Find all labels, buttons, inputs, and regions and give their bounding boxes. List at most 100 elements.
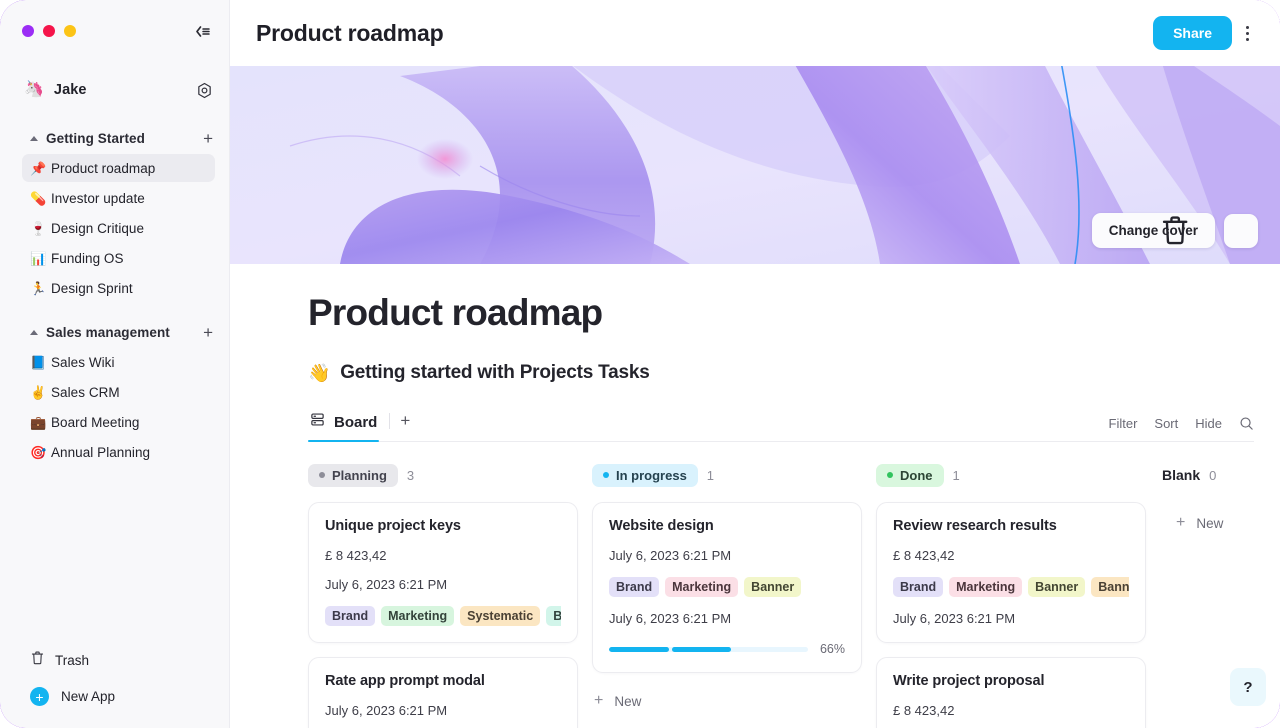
- sidebar-item-sales-crm[interactable]: ✌️ Sales CRM: [22, 378, 215, 406]
- window-dot-yellow[interactable]: [64, 25, 76, 37]
- tag[interactable]: Marketing: [665, 577, 739, 597]
- sidebar-item-design-critique[interactable]: 🍷 Design Critique: [22, 214, 215, 242]
- cover-image: Change cover: [230, 66, 1280, 264]
- status-badge[interactable]: Planning: [308, 463, 398, 487]
- new-app-label: New App: [61, 689, 116, 704]
- search-icon[interactable]: [1239, 416, 1254, 431]
- tab-board[interactable]: Board: [308, 412, 389, 442]
- task-card[interactable]: Write project proposal £ 8 423,42 Brand: [876, 657, 1146, 728]
- tag[interactable]: Big: [546, 606, 561, 626]
- delete-cover-button[interactable]: [1162, 213, 1258, 248]
- greeting-text: Getting started with Projects Tasks: [340, 362, 650, 383]
- sidebar-item-product-roadmap[interactable]: 📌 Product roadmap: [22, 154, 215, 182]
- caret-up-icon[interactable]: [30, 135, 38, 141]
- column-count: 1: [952, 467, 960, 483]
- window-dot-purple[interactable]: [22, 25, 34, 37]
- sidebar-item-label: Board Meeting: [51, 414, 140, 430]
- status-dot-icon: [887, 472, 893, 478]
- add-card-button[interactable]: + New: [592, 688, 862, 714]
- task-card[interactable]: Review research results £ 8 423,42 Brand…: [876, 502, 1146, 643]
- card-title: Rate app prompt modal: [325, 673, 485, 689]
- card-title: Review research results: [893, 518, 1057, 534]
- caret-up-icon[interactable]: [30, 329, 38, 335]
- filter-button[interactable]: Filter: [1109, 416, 1138, 431]
- card-date: July 6, 2023 6:21 PM: [609, 548, 732, 563]
- cover-actions: Change cover: [1091, 213, 1258, 248]
- page-title-header: Product roadmap: [256, 19, 444, 46]
- tag[interactable]: Banner: [744, 577, 802, 597]
- app-window: 🦄 Jake Getting Started + 📌 Product roadm…: [0, 0, 1280, 728]
- card-date: July 6, 2023 6:21 PM: [893, 611, 1016, 626]
- wave-icon: 👋: [308, 362, 331, 383]
- card-tags: Brand Marketing Systematic Big: [325, 606, 561, 626]
- gear-icon[interactable]: [196, 82, 213, 99]
- tag[interactable]: Banner: [1091, 577, 1129, 597]
- unicorn-icon: 🦄: [24, 81, 44, 98]
- column-header: In progress 1: [592, 462, 862, 488]
- task-card[interactable]: Unique project keys £ 8 423,42 July 6, 2…: [308, 502, 578, 643]
- sidebar-item-trash[interactable]: Trash: [0, 643, 229, 677]
- help-button[interactable]: ?: [1230, 668, 1266, 706]
- pill-icon: 💊: [30, 190, 47, 206]
- tag[interactable]: Systematic: [460, 606, 541, 626]
- tag[interactable]: Banner: [1028, 577, 1086, 597]
- column-header: Planning 3: [308, 462, 578, 488]
- new-app-button[interactable]: + New App: [0, 677, 229, 728]
- column-count: 3: [406, 467, 415, 483]
- section-title: Sales management: [46, 324, 170, 340]
- tag[interactable]: Brand: [893, 577, 944, 597]
- target-icon: 🎯: [30, 444, 47, 460]
- sidebar-item-sales-wiki[interactable]: 📘 Sales Wiki: [22, 348, 215, 376]
- board-icon: [310, 412, 325, 432]
- sidebar-item-board-meeting[interactable]: 💼 Board Meeting: [22, 408, 215, 436]
- card-date: July 6, 2023 6:21 PM: [325, 703, 448, 718]
- add-page-button[interactable]: +: [203, 130, 213, 147]
- sidebar-item-design-sprint[interactable]: 🏃 Design Sprint: [22, 274, 215, 302]
- card-date-secondary: July 6, 2023 6:21 PM: [609, 611, 732, 626]
- plus-icon: +: [1176, 514, 1186, 531]
- sidebar-item-label: Sales CRM: [51, 384, 120, 400]
- sidebar-item-funding-os[interactable]: 📊 Funding OS: [22, 244, 215, 272]
- status-badge[interactable]: Done: [876, 463, 944, 487]
- tag[interactable]: Brand: [325, 606, 376, 626]
- hide-button[interactable]: Hide: [1195, 416, 1222, 431]
- briefcase-icon: 💼: [30, 414, 47, 430]
- user-row[interactable]: 🦄 Jake: [0, 70, 229, 110]
- book-icon: 📘: [30, 354, 47, 370]
- window-traffic-lights[interactable]: [22, 25, 76, 37]
- add-card-button[interactable]: + New: [1160, 510, 1280, 536]
- status-badge[interactable]: In progress: [592, 463, 698, 487]
- status-label: Done: [900, 467, 933, 483]
- view-toolbar: Filter Sort Hide: [1109, 416, 1254, 441]
- window-controls-bar: [0, 0, 229, 62]
- column-count: 0: [1209, 467, 1217, 483]
- sidebar-item-annual-planning[interactable]: 🎯 Annual Planning: [22, 438, 215, 466]
- trash-icon: [30, 650, 45, 671]
- tag[interactable]: Marketing: [381, 606, 455, 626]
- user-name: Jake: [53, 82, 87, 98]
- tag[interactable]: Marketing: [949, 577, 1023, 597]
- sort-button[interactable]: Sort: [1154, 416, 1178, 431]
- task-card[interactable]: Website design July 6, 2023 6:21 PM Bran…: [592, 502, 862, 673]
- runner-icon: 🏃: [30, 280, 47, 296]
- window-dot-red[interactable]: [43, 25, 55, 37]
- sidebar-item-label: Funding OS: [51, 250, 124, 266]
- progress-segment: [671, 646, 732, 652]
- sidebar-item-investor-update[interactable]: 💊 Investor update: [22, 184, 215, 212]
- sidebar-item-label: Annual Planning: [51, 444, 151, 460]
- trash-label: Trash: [55, 652, 90, 668]
- kebab-menu-icon[interactable]: [1236, 19, 1258, 47]
- add-view-button[interactable]: +: [390, 411, 420, 441]
- progress-percent: 66%: [819, 642, 845, 656]
- section-header[interactable]: Getting Started +: [0, 124, 229, 152]
- tag[interactable]: Brand: [609, 577, 660, 597]
- add-page-button[interactable]: +: [203, 324, 213, 341]
- sidebar-section-getting-started: Getting Started + 📌 Product roadmap 💊 In…: [0, 124, 229, 304]
- status-label: In progress: [616, 467, 687, 483]
- share-button[interactable]: Share: [1153, 16, 1232, 50]
- section-title: Getting Started: [46, 130, 146, 146]
- collapse-sidebar-icon[interactable]: [191, 20, 213, 42]
- task-card[interactable]: Rate app prompt modal July 6, 2023 6:21 …: [308, 657, 578, 728]
- sidebar-item-label: Design Sprint: [51, 280, 133, 296]
- section-header[interactable]: Sales management +: [0, 318, 229, 346]
